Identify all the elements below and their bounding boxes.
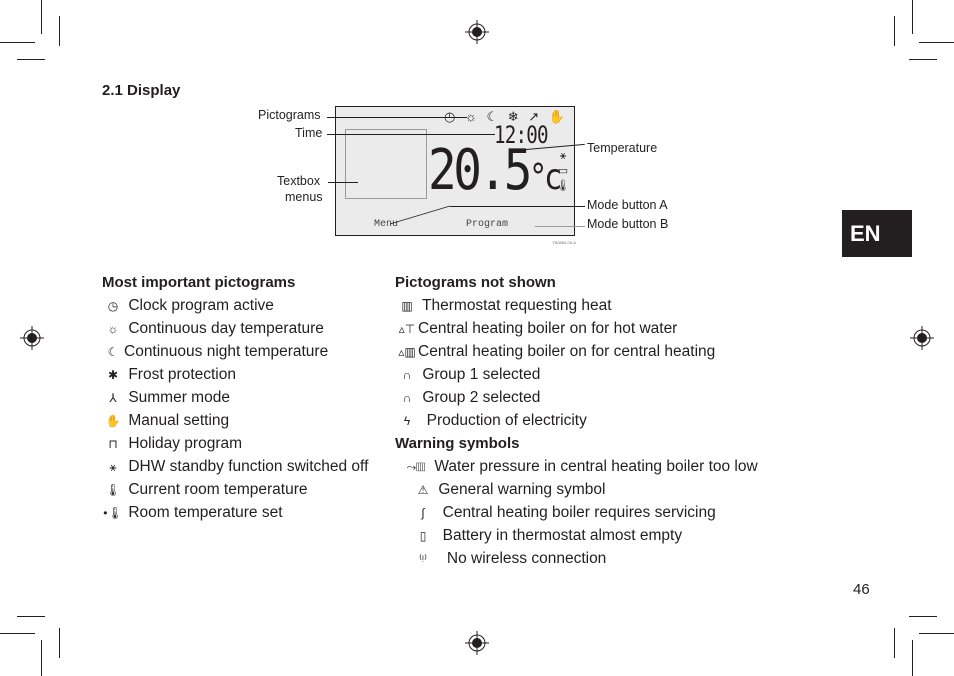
thermometer-icon: 🌡 [556,180,570,192]
crop-mark [0,42,35,43]
not-shown-title: Pictograms not shown [395,274,556,291]
softkey-program: Program [466,219,509,230]
dhw-off-icon: ⚹ [109,460,117,474]
list-item: ✋ Manual setting [102,412,230,430]
list-item: ϟ Production of electricity [396,412,587,430]
most-important-title: Most important pictograms [102,274,296,291]
list-item: ☾ Continuous night temperature [102,343,329,361]
list-item: ◷ Clock program active [102,297,274,315]
battery-icon: ▯ [419,529,427,543]
crop-mark [59,628,60,658]
list-item: ⤳▥ Water pressure in central heating boi… [402,458,758,476]
leader-line [389,205,451,225]
leader-line [327,134,495,135]
radiator-icon: ▥ [401,299,413,313]
crop-mark [894,628,895,658]
thermometer-set-icon: •🌡 [103,506,123,520]
thermometer-icon: 🌡 [105,483,121,497]
group1-icon: ∩ [402,368,412,382]
crop-mark [919,42,954,43]
list-item: ✱ Frost protection [102,366,236,384]
suitcase-icon: ⊓ [108,437,118,451]
registration-mark-icon [910,326,934,350]
registration-mark-icon [20,326,44,350]
crop-mark [41,0,42,34]
hand-icon: ✋ [105,414,121,428]
crop-mark [17,616,45,617]
language-tab: EN [842,210,912,257]
crop-mark [909,616,937,617]
warning-triangle-icon: ⚠ [417,483,429,497]
list-item: ∩ Group 2 selected [396,389,541,407]
crop-mark [894,16,895,46]
crop-mark [41,640,42,676]
warnings-title: Warning symbols [395,435,520,452]
crop-mark [0,633,35,634]
callout-time: Time [295,126,323,140]
crop-mark [59,16,60,46]
callout-pictograms: Pictograms [258,108,321,122]
frost-icon: ✱ [107,368,119,382]
list-item: ∫ Central heating boiler requires servic… [412,504,715,522]
callout-menus: menus [285,190,323,204]
list-item: ▵⊤ Central heating boiler on for hot wate… [396,320,678,338]
suitcase-icon: ▭ [557,165,569,177]
leader-line [535,226,585,227]
list-item: ⅄ Summer mode [102,389,230,407]
moon-icon: ☾ [107,345,119,359]
list-item: ▵▥ Central heating boiler on for central … [396,343,715,361]
dhw-off-icon: ⚹ [559,150,567,162]
lcd-display: ◷ ☼ ☾ ❄ ↗ ✋ 12:00 20.5°c ⚹ ▭ 🌡 Menu Prog… [335,106,576,245]
callout-mode-button-a: Mode button A [587,198,668,212]
leader-line [328,182,358,183]
crop-mark [17,59,45,60]
lcd-temperature-value: 20.5 [428,138,532,203]
figure-code: TB0880-08-A [552,240,576,245]
list-item: ⚹ DHW standby function switched off [102,458,368,476]
leader-line [327,117,467,118]
list-item: ☼ Continuous day temperature [102,320,324,338]
wrench-icon: ∫ [421,506,425,520]
list-item: ∩ Group 1 selected [396,366,541,384]
crop-mark [919,633,954,634]
lcd-textbox [345,129,427,199]
lightning-icon: ϟ [403,414,411,428]
leader-line [450,206,585,207]
sun-icon: ☼ [107,322,119,336]
registration-mark-icon [465,631,489,655]
list-item: ▥ Thermostat requesting heat [396,297,611,315]
crop-mark [912,0,913,34]
boiler-radiator-icon: ▵▥ [398,345,416,359]
section-title: 2.1 Display [102,82,181,99]
page-number: 46 [853,581,870,598]
lcd-side-icons: ⚹ ▭ 🌡 [556,149,570,194]
registration-mark-icon [465,20,489,44]
lcd-temperature: 20.5°c [428,138,563,208]
no-wireless-icon: ⁽ᵎ⁾ [419,552,427,566]
lcd-unit: °c [529,157,562,198]
list-item: ⁽ᵎ⁾ No wireless connection [412,550,606,568]
summer-icon: ⅄ [109,391,117,405]
list-item: ▯ Battery in thermostat almost empty [412,527,682,545]
list-item: 🌡 Current room temperature [102,481,307,499]
callout-textbox: Textbox [277,174,321,188]
boiler-tap-icon: ▵⊤ [398,322,416,336]
crop-mark [909,59,937,60]
list-item: •🌡 Room temperature set [103,504,283,521]
low-pressure-icon: ⤳▥ [406,460,426,474]
callout-temperature: Temperature [587,141,658,155]
list-item: ⊓ Holiday program [102,435,242,453]
group2-icon: ∩ [402,391,412,405]
callout-mode-button-b: Mode button B [587,217,669,231]
crop-mark [912,640,913,676]
list-item: ⚠ General warning symbol [412,481,606,499]
clock-icon: ◷ [107,299,119,313]
